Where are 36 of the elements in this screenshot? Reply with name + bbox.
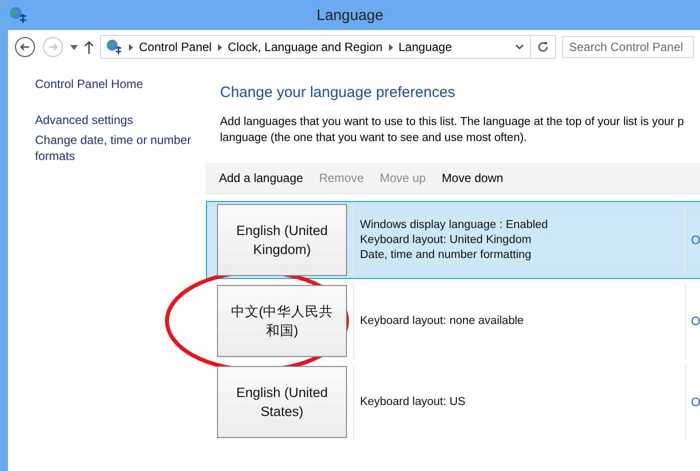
globe-icon <box>8 5 28 25</box>
address-bar[interactable]: Control Panel Clock, Language and Region Language <box>100 35 531 59</box>
language-button[interactable]: English (United Kingdom) <box>217 204 347 276</box>
options-link[interactable]: O <box>686 314 700 328</box>
language-button[interactable]: 中文(中华人民共和国) <box>217 285 347 357</box>
language-detail: Keyboard layout: United Kingdom <box>360 232 532 248</box>
back-button[interactable] <box>14 36 36 58</box>
window-title: Language <box>316 7 384 24</box>
options-link[interactable]: O <box>686 233 700 247</box>
chevron-down-icon[interactable] <box>515 44 524 50</box>
globe-icon <box>105 38 123 56</box>
language-button[interactable]: English (United States) <box>217 366 347 438</box>
options-link[interactable]: O <box>686 395 700 409</box>
chevron-right-icon <box>129 44 133 50</box>
up-arrow-icon[interactable] <box>84 40 94 54</box>
language-detail: Keyboard layout: none available <box>360 314 525 328</box>
language-detail: Date, time and number formatting <box>360 248 532 262</box>
toolbar-button[interactable]: Move down <box>434 167 510 189</box>
dropdown-caret-icon[interactable] <box>70 44 78 50</box>
sidebar-link[interactable]: Control Panel Home <box>35 76 200 92</box>
language-row[interactable]: English (United Kingdom) Windows display language : Enabled Keyboard layout: United Kingdom Date, time and number formatting O <box>206 201 700 279</box>
language-detail: Keyboard layout: US <box>360 394 466 410</box>
refresh-button[interactable] <box>531 35 556 59</box>
toolbar-button[interactable]: Add a language <box>212 167 310 189</box>
intro-text: Add languages that you want to use to this list. The language at the top of your list is your p language (the one that you want to see and use most often). <box>220 115 685 146</box>
sidebar-link[interactable]: Change date, time or number formats <box>35 132 200 164</box>
search-field[interactable]: Search Control Panel <box>562 36 694 58</box>
breadcrumb-link[interactable]: Clock, Language and Region <box>228 40 382 54</box>
breadcrumb-link[interactable]: Language <box>398 40 452 54</box>
page-heading: Change your language preferences <box>220 84 456 101</box>
chevron-right-icon <box>218 44 222 50</box>
sidebar-link[interactable]: Advanced settings <box>35 112 200 128</box>
breadcrumb-link[interactable]: Control Panel <box>139 40 212 54</box>
refresh-icon <box>537 41 549 53</box>
chevron-right-icon <box>388 44 392 50</box>
language-detail: Windows display language : Enabled <box>360 218 549 232</box>
